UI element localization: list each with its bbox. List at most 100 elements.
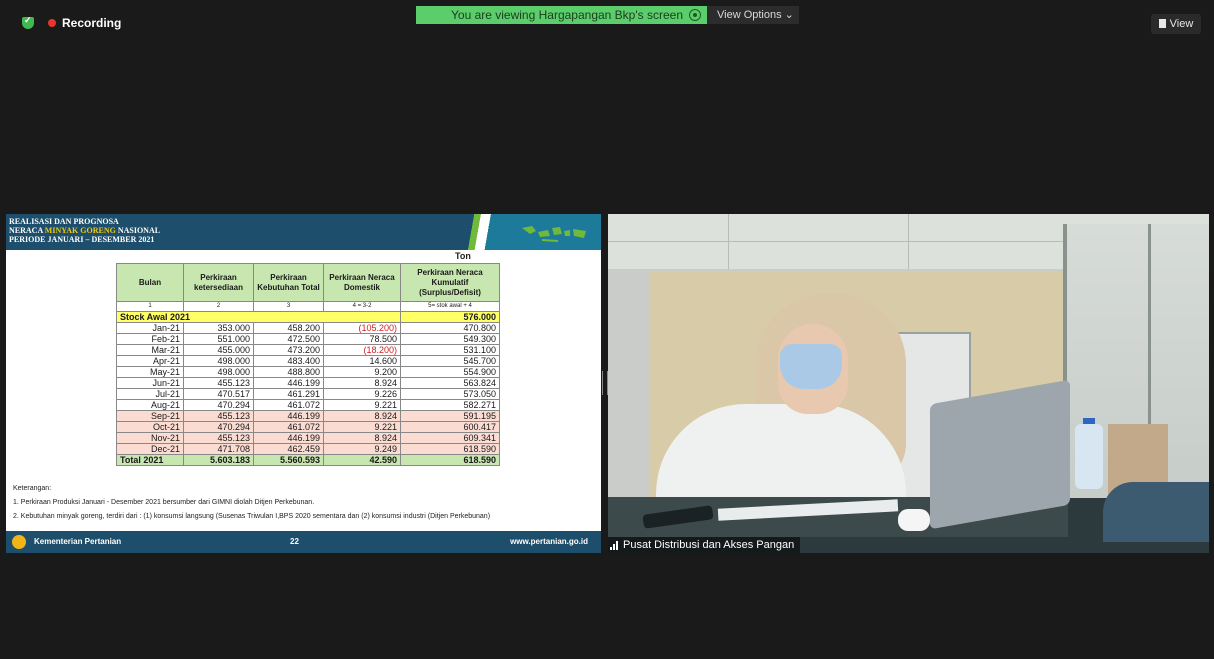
chair [1103, 482, 1209, 542]
value-cell: 9.221 [323, 399, 401, 411]
month-cell: Feb-21 [116, 333, 184, 345]
value-cell: 9.221 [323, 421, 401, 433]
recording-label: Recording [62, 16, 122, 30]
total-kebutuhan: 5.560.593 [253, 454, 324, 466]
value-cell: 573.050 [400, 388, 500, 400]
table-row: Aug-21 470.294 461.072 9.221 582.271 [116, 399, 500, 411]
month-rows: Jan-21 353.000 458.200 (105.200) 470.800 Feb-… [116, 322, 500, 455]
value-cell: 8.924 [323, 377, 401, 389]
ceiling-line [908, 214, 909, 269]
neraca-table: Bulan Perkiraan ketersediaan Perkiraan K… [116, 263, 500, 466]
table-row: Feb-21 551.000 472.500 78.500 549.300 [116, 333, 500, 345]
note-2: 2. Kebutuhan minyak goreng, terdiri dari… [13, 513, 491, 520]
unit-label: Ton [455, 251, 471, 261]
title-part-a: NERACA [9, 226, 45, 235]
value-cell: 461.072 [253, 399, 324, 411]
stop-viewing-icon[interactable] [689, 9, 701, 21]
value-cell: 545.700 [400, 355, 500, 367]
table-row: Nov-21 455.123 446.199 8.924 609.341 [116, 432, 500, 444]
slide-title-line2: NERACA MINYAK GORENG NASIONAL [9, 226, 160, 235]
header-neraca-kumulatif: Perkiraan Neraca Kumulatif (Surplus/Defi… [400, 263, 500, 302]
month-cell: Jul-21 [116, 388, 184, 400]
header-bulan: Bulan [116, 263, 184, 302]
stock-awal-label: Stock Awal 2021 [116, 311, 401, 323]
value-cell: 563.824 [400, 377, 500, 389]
month-cell: Aug-21 [116, 399, 184, 411]
index-cell: 5= stok awal + 4 [400, 301, 500, 312]
value-cell: 551.000 [183, 333, 254, 345]
table-row: Dec-21 471.708 462.459 9.249 618.590 [116, 443, 500, 455]
value-cell: 455.123 [183, 432, 254, 444]
value-cell: 609.341 [400, 432, 500, 444]
month-cell: May-21 [116, 366, 184, 378]
stock-awal-value: 576.000 [400, 311, 500, 323]
value-cell: 470.517 [183, 388, 254, 400]
index-row: 1 2 3 4 = 3-2 5= stok awal + 4 [116, 301, 500, 312]
value-cell: 455.123 [183, 377, 254, 389]
slide-title: REALISASI DAN PROGNOSA NERACA MINYAK GOR… [9, 217, 160, 244]
value-cell: (105.200) [323, 322, 401, 334]
index-cell: 1 [116, 301, 184, 312]
value-cell: 582.271 [400, 399, 500, 411]
table-row: Mar-21 455.000 473.200 (18.200) 531.100 [116, 344, 500, 356]
value-cell: 446.199 [253, 410, 324, 422]
value-cell: 498.000 [183, 355, 254, 367]
value-cell: 472.500 [253, 333, 324, 345]
value-cell: 8.924 [323, 432, 401, 444]
table-row: May-21 498.000 488.800 9.200 554.900 [116, 366, 500, 378]
title-part-highlight: MINYAK GORENG [44, 226, 116, 235]
table-header-row: Bulan Perkiraan ketersediaan Perkiraan K… [116, 263, 500, 302]
recording-dot-icon [48, 19, 56, 27]
participant-name: Pusat Distribusi dan Akses Pangan [623, 539, 795, 551]
value-cell: 353.000 [183, 322, 254, 334]
value-cell: (18.200) [323, 344, 401, 356]
slide-title-line3: PERIODE JANUARI – DESEMBER 2021 [9, 235, 155, 244]
value-cell: 554.900 [400, 366, 500, 378]
value-cell: 14.600 [323, 355, 401, 367]
month-cell: Dec-21 [116, 443, 184, 455]
value-cell: 462.459 [253, 443, 324, 455]
face-mask [780, 344, 842, 389]
view-icon [1158, 19, 1166, 28]
footer-org: Kementerian Pertanian [34, 537, 122, 546]
note-1: 1. Perkiraan Produksi Januari - Desember… [13, 499, 315, 506]
value-cell: 458.200 [253, 322, 324, 334]
value-cell: 549.300 [400, 333, 500, 345]
view-label: View [1169, 18, 1194, 30]
value-cell: 498.000 [183, 366, 254, 378]
table-row: Jan-21 353.000 458.200 (105.200) 470.800 [116, 322, 500, 334]
stock-awal-row: Stock Awal 2021 576.000 [116, 311, 500, 323]
tissue [898, 509, 930, 531]
participant-video-tile[interactable]: Pusat Distribusi dan Akses Pangan [608, 214, 1209, 553]
indonesia-map-icon [522, 226, 586, 242]
view-button[interactable]: View [1151, 14, 1201, 34]
month-cell: Mar-21 [116, 344, 184, 356]
header-neraca-domestik: Perkiraan Neraca Domestik [323, 263, 401, 302]
month-cell: Jan-21 [116, 322, 184, 334]
view-options-button[interactable]: View Options ⌄ [707, 6, 799, 24]
table-row: Jun-21 455.123 446.199 8.924 563.824 [116, 377, 500, 389]
table-row: Oct-21 470.294 461.072 9.221 600.417 [116, 421, 500, 433]
index-cell: 4 = 3-2 [323, 301, 401, 312]
value-cell: 78.500 [323, 333, 401, 345]
screen-share-banner: You are viewing Hargapangan Bkp's screen [416, 6, 707, 24]
value-cell: 461.072 [253, 421, 324, 433]
index-cell: 3 [253, 301, 324, 312]
footer-website: www.pertanian.go.id [510, 537, 588, 546]
value-cell: 531.100 [400, 344, 500, 356]
value-cell: 446.199 [253, 377, 324, 389]
month-cell: Oct-21 [116, 421, 184, 433]
kementan-logo-icon [12, 535, 26, 549]
screen-share-text: You are viewing Hargapangan Bkp's screen [451, 8, 683, 22]
laptop [930, 379, 1070, 530]
security-shield-icon[interactable] [22, 15, 34, 29]
recording-indicator[interactable]: Recording [22, 15, 122, 30]
total-neraca-kumulatif: 618.590 [400, 454, 500, 466]
value-cell: 591.195 [400, 410, 500, 422]
ceiling-line [728, 214, 729, 269]
total-neraca-domestik: 42.590 [323, 454, 401, 466]
value-cell: 455.123 [183, 410, 254, 422]
total-label: Total 2021 [116, 454, 184, 466]
month-cell: Sep-21 [116, 410, 184, 422]
table-row: Jul-21 470.517 461.291 9.226 573.050 [116, 388, 500, 400]
